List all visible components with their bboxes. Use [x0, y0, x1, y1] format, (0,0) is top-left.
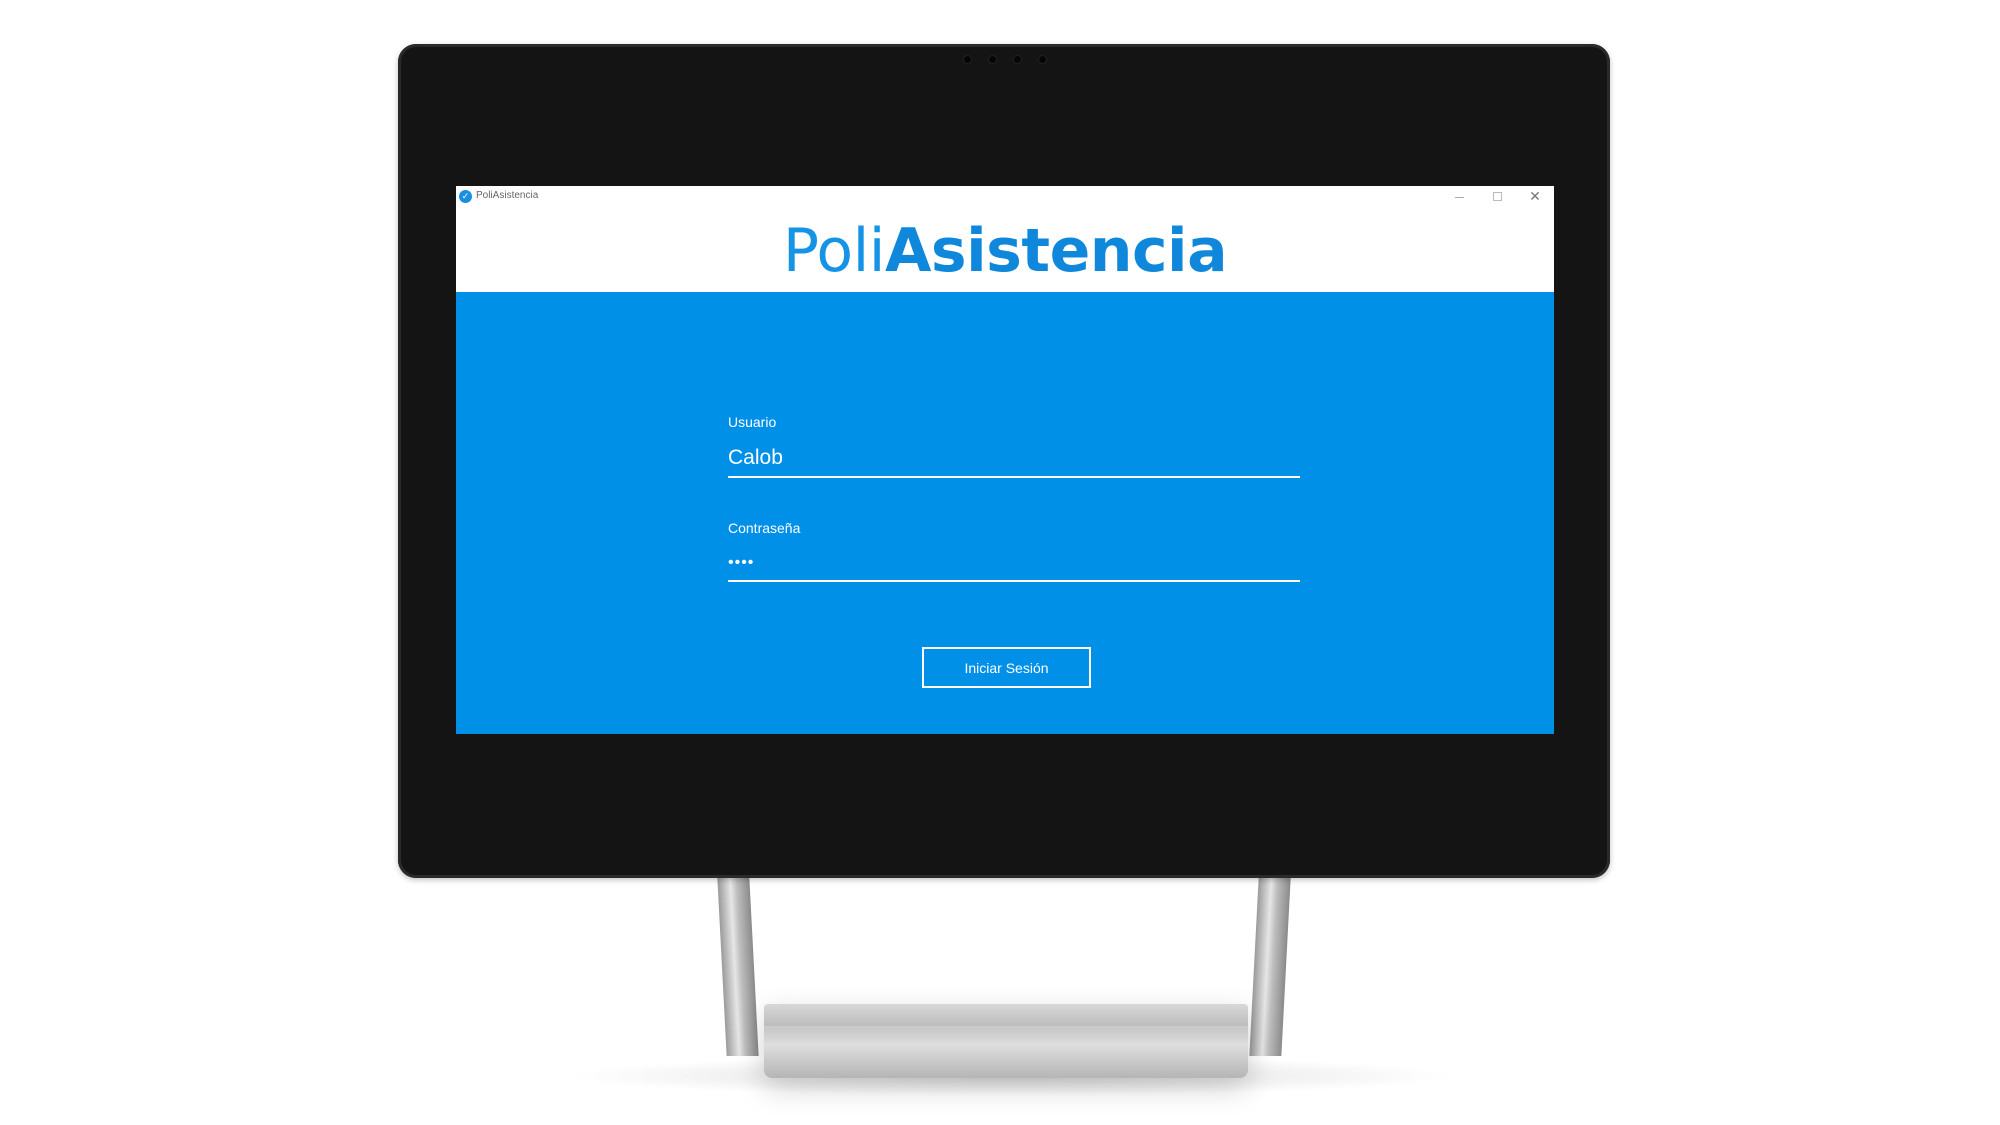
camera-dot	[1014, 56, 1021, 63]
password-label: Contraseña	[728, 520, 801, 536]
minimize-icon	[1454, 196, 1464, 198]
camera-dot	[964, 56, 971, 63]
username-field-group: Usuario	[728, 414, 1300, 478]
logo-text-bold: Asistencia	[884, 216, 1228, 286]
app-logo: PoliAsistencia	[456, 214, 1554, 288]
maximize-button[interactable]	[1478, 186, 1516, 206]
stand-base	[764, 1004, 1248, 1078]
stand-arm-right	[1249, 878, 1291, 1056]
stand-arm-left	[717, 878, 759, 1056]
username-label: Usuario	[728, 414, 777, 430]
minimize-button[interactable]	[1440, 186, 1478, 206]
password-field-group: Contraseña	[728, 520, 1300, 582]
window-title: PoliAsistencia	[476, 190, 539, 201]
app-window: ✓ PoliAsistencia ✕ PoliAsistencia Usuari…	[456, 186, 1554, 734]
camera-dot	[1039, 56, 1046, 63]
camera-sensors	[964, 56, 1046, 63]
window-controls: ✕	[1440, 186, 1554, 206]
window-titlebar[interactable]: ✓ PoliAsistencia ✕	[456, 186, 1554, 206]
login-panel: Usuario Contraseña Iniciar Sesión	[456, 292, 1554, 734]
username-input[interactable]	[728, 440, 1300, 478]
maximize-icon	[1492, 191, 1502, 201]
logo-text-light: Poli	[782, 216, 886, 286]
close-icon: ✕	[1529, 187, 1541, 204]
close-button[interactable]: ✕	[1516, 186, 1554, 206]
check-circle-icon: ✓	[459, 190, 472, 203]
camera-dot	[989, 56, 996, 63]
login-button[interactable]: Iniciar Sesión	[922, 647, 1091, 688]
password-input[interactable]	[728, 546, 1300, 582]
